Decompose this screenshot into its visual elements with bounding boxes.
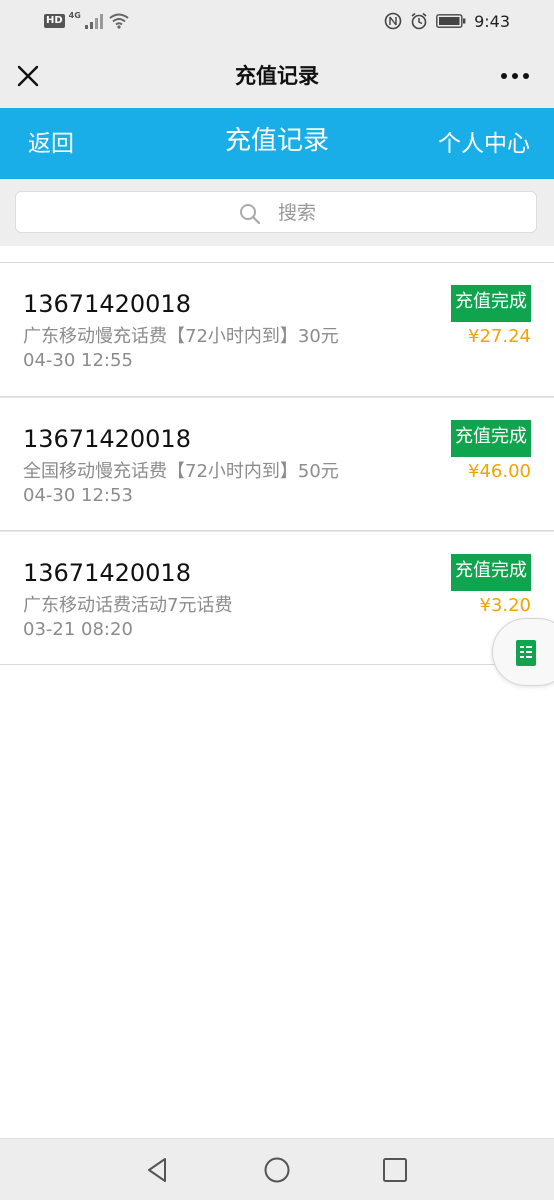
- record-item[interactable]: 13671420018 全国移动慢充话费【72小时内到】50元 04-30 12…: [0, 397, 554, 531]
- record-amount: ¥27.24: [468, 326, 531, 347]
- status-bar: HD 4G 9:43: [0, 0, 554, 42]
- status-badge: 充值完成: [451, 285, 531, 322]
- record-phone: 13671420018: [23, 290, 191, 318]
- search-input[interactable]: 搜索: [15, 191, 537, 233]
- nav-back-icon[interactable]: [143, 1155, 173, 1185]
- system-nav-bar: [0, 1138, 554, 1200]
- record-description: 广东移动慢充话费【72小时内到】30元: [23, 326, 339, 347]
- records-list: 13671420018 广东移动慢充话费【72小时内到】30元 04-30 12…: [0, 262, 554, 665]
- record-time: 04-30 12:53: [23, 485, 133, 506]
- network-type-label: 4G: [68, 10, 81, 20]
- battery-icon: [436, 14, 466, 28]
- status-badge: 充值完成: [451, 420, 531, 457]
- wifi-icon: [109, 13, 129, 29]
- document-icon: [516, 640, 536, 666]
- app-header: 返回 充值记录 个人中心: [0, 108, 554, 179]
- floating-action-button[interactable]: [492, 618, 554, 686]
- screen: HD 4G 9:43 充值记录 返回 充值记录 个人中心 搜索 13671420…: [0, 0, 554, 1200]
- record-time: 04-30 12:55: [23, 350, 133, 371]
- record-phone: 13671420018: [23, 425, 191, 453]
- status-left: HD 4G: [44, 10, 129, 32]
- record-item[interactable]: 13671420018 广东移动慢充话费【72小时内到】30元 04-30 12…: [0, 263, 554, 397]
- search-icon: [240, 204, 261, 225]
- wechat-title: 充值记录: [235, 64, 319, 88]
- record-description: 全国移动慢充话费【72小时内到】50元: [23, 461, 339, 482]
- record-description: 广东移动话费活动7元话费: [23, 595, 233, 616]
- status-right: 9:43: [384, 9, 510, 33]
- search-placeholder: 搜索: [278, 202, 317, 224]
- user-center-button[interactable]: 个人中心: [438, 128, 530, 160]
- status-badge: 充值完成: [451, 554, 531, 591]
- signal-icon: [84, 14, 103, 29]
- search-area: 搜索: [0, 179, 554, 246]
- record-amount: ¥3.20: [479, 595, 531, 616]
- alarm-icon: [411, 12, 427, 30]
- record-item[interactable]: 13671420018 广东移动话费活动7元话费 03-21 08:20 充值完…: [0, 531, 554, 665]
- record-phone: 13671420018: [23, 559, 191, 587]
- nav-home-icon[interactable]: [262, 1155, 292, 1185]
- more-icon[interactable]: [498, 64, 532, 88]
- wechat-title-bar: 充值记录: [0, 42, 554, 108]
- nfc-icon: [384, 12, 402, 30]
- record-amount: ¥46.00: [468, 461, 531, 482]
- clock: 9:43: [474, 11, 510, 31]
- hd-badge: HD: [44, 14, 65, 28]
- record-time: 03-21 08:20: [23, 619, 133, 640]
- nav-recent-icon[interactable]: [380, 1155, 410, 1185]
